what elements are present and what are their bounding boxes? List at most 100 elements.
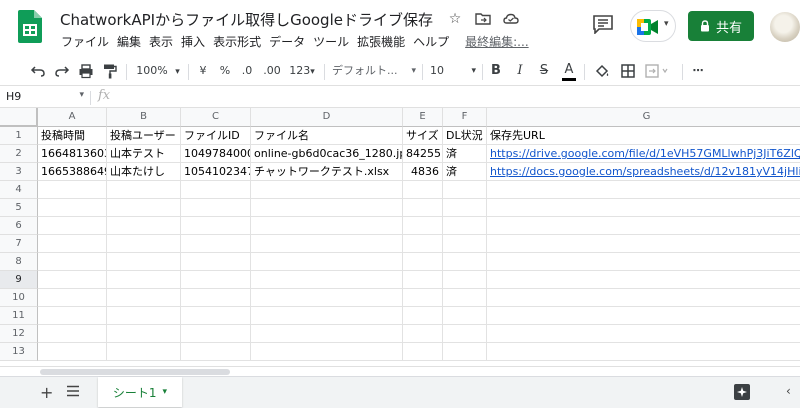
row-header[interactable]: 4 bbox=[0, 181, 38, 199]
row-header[interactable]: 2 bbox=[0, 145, 38, 163]
url-link-cell[interactable]: https://drive.google.com/file/d/1eVH57GM… bbox=[487, 145, 800, 163]
empty-cell[interactable] bbox=[107, 181, 181, 199]
undo-icon[interactable] bbox=[30, 63, 46, 79]
empty-cell[interactable] bbox=[403, 271, 443, 289]
decrease-decimal-button[interactable]: .0 bbox=[238, 63, 256, 79]
empty-cell[interactable] bbox=[403, 235, 443, 253]
empty-cell[interactable] bbox=[251, 343, 403, 361]
empty-cell[interactable] bbox=[443, 343, 487, 361]
row-header[interactable]: 5 bbox=[0, 199, 38, 217]
column-header[interactable]: D bbox=[251, 108, 403, 127]
empty-cell[interactable] bbox=[107, 271, 181, 289]
empty-cell[interactable] bbox=[403, 289, 443, 307]
print-icon[interactable] bbox=[78, 63, 94, 79]
column-header[interactable]: F bbox=[443, 108, 487, 127]
header-cell[interactable]: DL状況 bbox=[443, 127, 487, 145]
cloud-status-icon[interactable] bbox=[502, 10, 520, 28]
select-all-corner[interactable] bbox=[0, 108, 38, 127]
formula-input[interactable] bbox=[122, 90, 782, 105]
empty-cell[interactable] bbox=[38, 217, 107, 235]
strikethrough-button[interactable]: S bbox=[538, 63, 550, 79]
table-cell[interactable]: チャットワークテスト.xlsx bbox=[251, 163, 403, 181]
empty-cell[interactable] bbox=[403, 181, 443, 199]
meet-button[interactable]: ▾ bbox=[630, 10, 676, 42]
explore-icon[interactable] bbox=[734, 384, 750, 400]
empty-cell[interactable] bbox=[38, 199, 107, 217]
menu-help[interactable]: ヘルプ bbox=[412, 33, 454, 50]
empty-cell[interactable] bbox=[403, 325, 443, 343]
empty-cell[interactable] bbox=[443, 307, 487, 325]
empty-cell[interactable] bbox=[107, 199, 181, 217]
empty-cell[interactable] bbox=[181, 253, 251, 271]
empty-cell[interactable] bbox=[443, 235, 487, 253]
empty-cell[interactable] bbox=[487, 289, 800, 307]
menu-extensions[interactable]: 拡張機能 bbox=[356, 33, 410, 50]
empty-cell[interactable] bbox=[38, 289, 107, 307]
empty-cell[interactable] bbox=[251, 181, 403, 199]
empty-cell[interactable] bbox=[251, 217, 403, 235]
empty-cell[interactable] bbox=[403, 217, 443, 235]
empty-cell[interactable] bbox=[403, 199, 443, 217]
column-header[interactable]: B bbox=[107, 108, 181, 127]
scrollbar-thumb[interactable] bbox=[40, 369, 230, 375]
zoom-select[interactable]: 100% ▾ bbox=[134, 63, 182, 79]
url-link-cell[interactable]: https://docs.google.com/spreadsheets/d/1… bbox=[487, 163, 800, 181]
table-cell[interactable]: 済 bbox=[443, 163, 487, 181]
empty-cell[interactable] bbox=[443, 253, 487, 271]
menu-format[interactable]: 表示形式 bbox=[212, 33, 266, 50]
empty-cell[interactable] bbox=[181, 289, 251, 307]
empty-cell[interactable] bbox=[107, 235, 181, 253]
empty-cell[interactable] bbox=[487, 181, 800, 199]
empty-cell[interactable] bbox=[38, 235, 107, 253]
empty-cell[interactable] bbox=[181, 199, 251, 217]
row-header[interactable]: 12 bbox=[0, 325, 38, 343]
empty-cell[interactable] bbox=[487, 271, 800, 289]
column-header[interactable]: C bbox=[181, 108, 251, 127]
menu-tools[interactable]: ツール bbox=[312, 33, 354, 50]
name-box[interactable]: H9 ▾ bbox=[6, 90, 86, 105]
empty-cell[interactable] bbox=[181, 343, 251, 361]
empty-cell[interactable] bbox=[38, 343, 107, 361]
table-cell[interactable]: 1665388649 bbox=[38, 163, 107, 181]
empty-cell[interactable] bbox=[487, 325, 800, 343]
last-edit-link[interactable]: 最終編集:... bbox=[464, 33, 534, 50]
bold-button[interactable]: B bbox=[490, 63, 502, 79]
table-cell[interactable]: 山本たけし bbox=[107, 163, 181, 181]
menu-file[interactable]: ファイル bbox=[60, 33, 114, 50]
sheets-logo-icon[interactable] bbox=[18, 10, 42, 43]
account-avatar[interactable] bbox=[770, 12, 800, 42]
empty-cell[interactable] bbox=[251, 289, 403, 307]
empty-cell[interactable] bbox=[443, 325, 487, 343]
empty-cell[interactable] bbox=[251, 271, 403, 289]
column-header[interactable]: G bbox=[487, 108, 800, 127]
borders-icon[interactable] bbox=[620, 63, 636, 79]
format-percent-button[interactable]: % bbox=[218, 63, 232, 79]
empty-cell[interactable] bbox=[403, 253, 443, 271]
move-folder-icon[interactable] bbox=[474, 10, 492, 28]
column-header[interactable]: A bbox=[38, 108, 107, 127]
empty-cell[interactable] bbox=[181, 325, 251, 343]
empty-cell[interactable] bbox=[38, 271, 107, 289]
row-header[interactable]: 11 bbox=[0, 307, 38, 325]
empty-cell[interactable] bbox=[443, 217, 487, 235]
row-header[interactable]: 1 bbox=[0, 127, 38, 145]
header-cell[interactable]: 投稿ユーザー bbox=[107, 127, 181, 145]
menu-insert[interactable]: 挿入 bbox=[180, 33, 210, 50]
empty-cell[interactable] bbox=[443, 181, 487, 199]
column-header[interactable]: E bbox=[403, 108, 443, 127]
merge-cells-icon[interactable] bbox=[644, 63, 670, 79]
sheet-tab-1[interactable]: シート1 ▾ bbox=[98, 377, 182, 407]
header-cell[interactable]: 保存先URL bbox=[487, 127, 800, 145]
redo-icon[interactable] bbox=[54, 63, 70, 79]
empty-cell[interactable] bbox=[487, 217, 800, 235]
empty-cell[interactable] bbox=[181, 235, 251, 253]
font-family-select[interactable]: デフォルト... ▾ bbox=[332, 63, 416, 79]
row-header[interactable]: 3 bbox=[0, 163, 38, 181]
table-cell[interactable]: 山本テスト bbox=[107, 145, 181, 163]
empty-cell[interactable] bbox=[251, 325, 403, 343]
text-color-button[interactable]: A bbox=[562, 63, 576, 81]
star-icon[interactable]: ☆ bbox=[446, 10, 464, 28]
empty-cell[interactable] bbox=[487, 199, 800, 217]
empty-cell[interactable] bbox=[487, 253, 800, 271]
comment-history-icon[interactable] bbox=[592, 14, 614, 34]
